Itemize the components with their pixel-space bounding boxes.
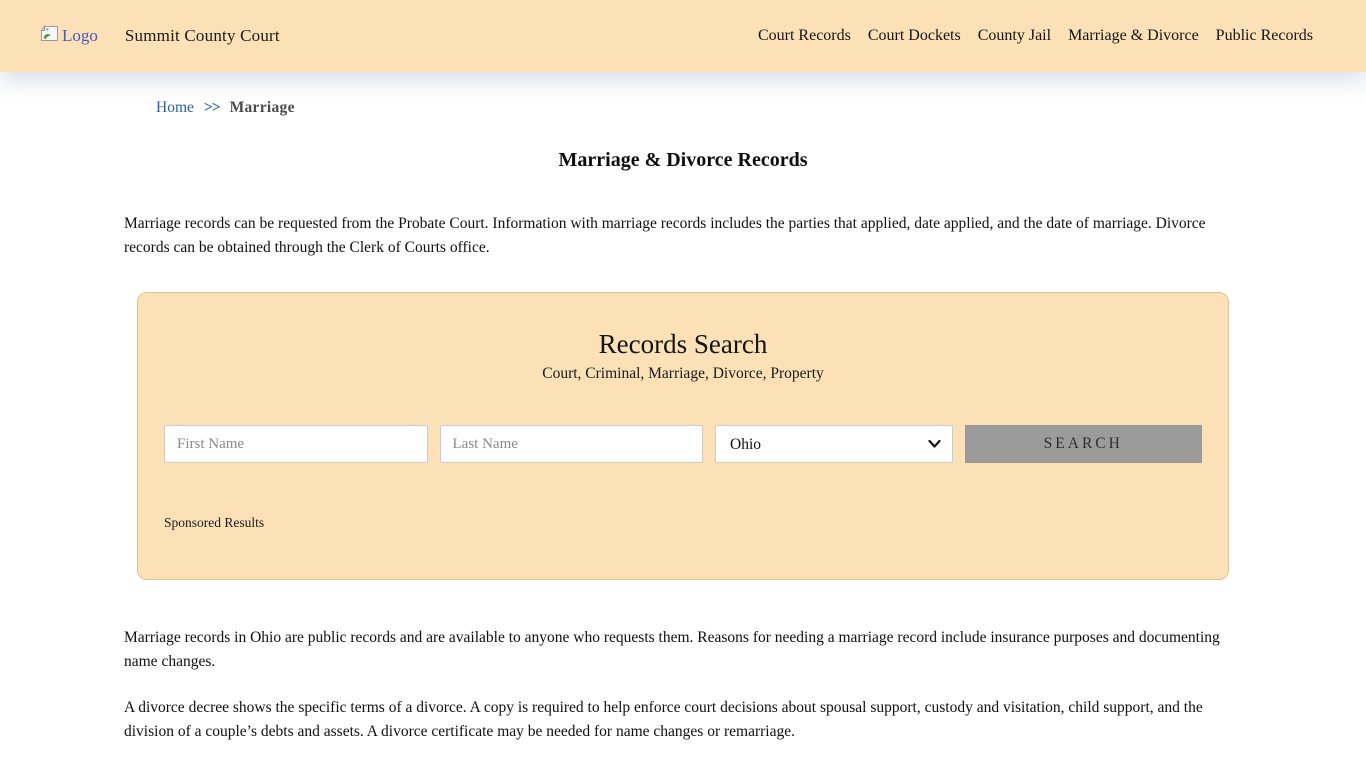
state-select-wrap: Ohio [715,425,953,463]
brand-area: Logo Summit County Court [40,25,280,47]
header: Logo Summit County Court Court Records C… [0,0,1366,72]
breadcrumb-separator: >> [203,99,221,116]
nav-court-records[interactable]: Court Records [758,27,851,45]
breadcrumb-home-link[interactable]: Home [156,99,194,117]
first-name-input[interactable] [164,425,428,463]
main-nav: Court Records Court Dockets County Jail … [758,27,1313,45]
nav-marriage-divorce[interactable]: Marriage & Divorce [1068,27,1199,45]
nav-county-jail[interactable]: County Jail [978,27,1051,45]
logo-link[interactable]: Logo [40,25,98,47]
nav-public-records[interactable]: Public Records [1216,27,1313,45]
main-content: Home >> Marriage Marriage & Divorce Reco… [124,99,1242,744]
breadcrumb-current: Marriage [229,99,295,116]
panel-subtitle: Court, Criminal, Marriage, Divorce, Prop… [542,365,824,382]
breadcrumb: Home >> Marriage [156,99,1242,117]
site-title: Summit County Court [124,26,280,45]
logo-alt-text: Logo [62,26,98,45]
marriage-records-paragraph: Marriage records in Ohio are public reco… [124,629,1220,670]
state-select[interactable]: Ohio [715,425,953,463]
search-button[interactable]: SEARCH [964,425,1202,463]
divorce-decree-paragraph: A divorce decree shows the specific term… [124,699,1203,740]
page-title: Marriage & Divorce Records [558,149,808,171]
intro-paragraph: Marriage records can be requested from t… [124,215,1206,256]
records-search-panel: Records Search Court, Criminal, Marriage… [137,292,1229,580]
last-name-input[interactable] [439,425,703,463]
broken-image-icon [40,25,59,47]
panel-title: Records Search [598,329,768,359]
sponsored-results-label: Sponsored Results [164,515,265,530]
search-form: Ohio SEARCH [164,425,1202,463]
nav-court-dockets[interactable]: Court Dockets [868,27,961,45]
